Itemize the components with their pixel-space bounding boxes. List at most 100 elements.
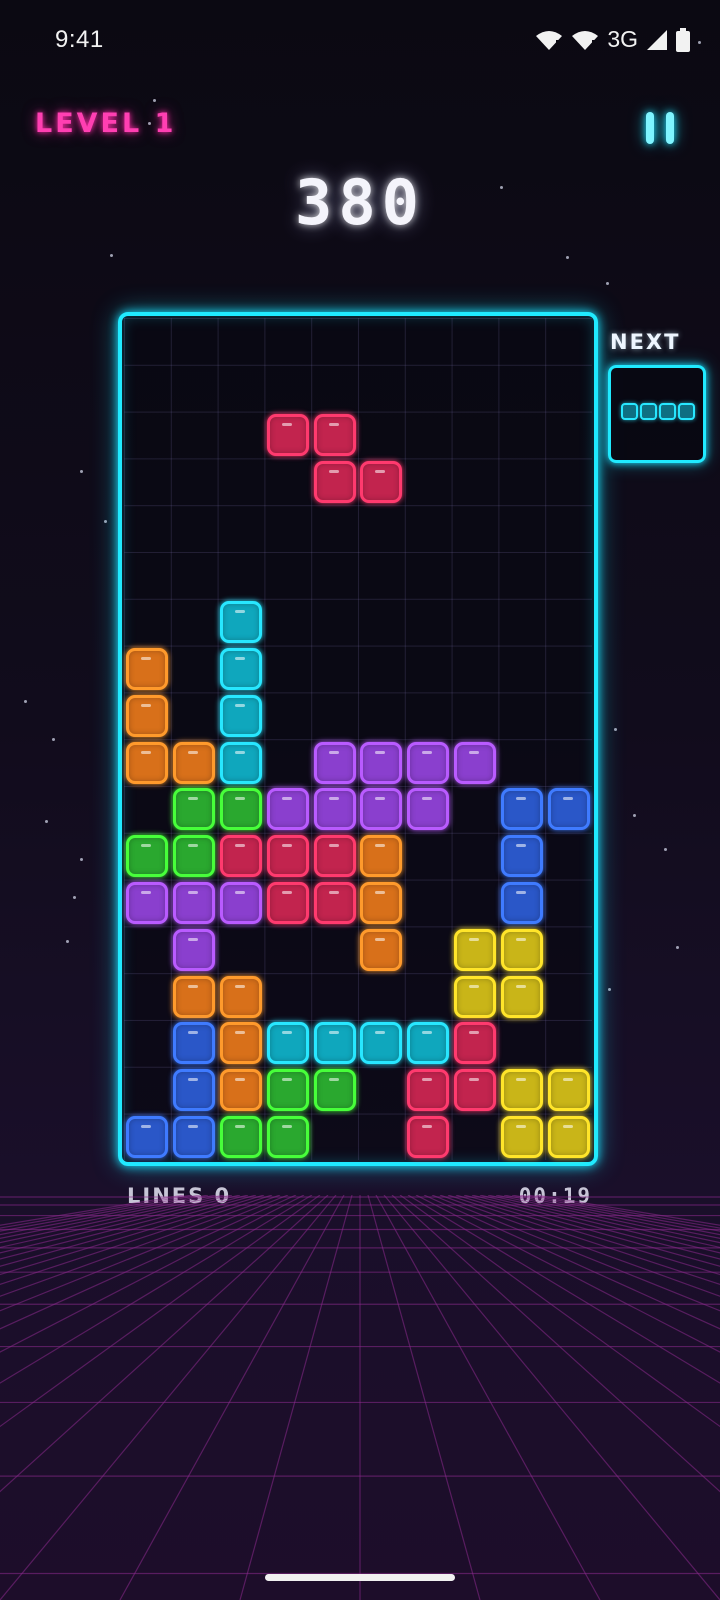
next-piece-block (640, 403, 657, 420)
next-piece-block (659, 403, 676, 420)
locked-block (266, 835, 309, 878)
locked-block (173, 882, 216, 924)
locked-block (173, 741, 216, 784)
locked-block (220, 1116, 262, 1158)
floor-grid-line (0, 1195, 281, 1297)
next-piece-block (621, 403, 638, 420)
floor-grid-line (0, 1195, 321, 1428)
star (66, 940, 69, 943)
locked-block (360, 882, 403, 924)
locked-block (407, 1069, 450, 1112)
level-indicator: LEVEL 1 (35, 108, 177, 139)
star (153, 99, 156, 102)
locked-block (173, 788, 216, 831)
locked-block (313, 1022, 356, 1065)
pause-icon-bar (666, 112, 674, 144)
locked-block (500, 1069, 543, 1112)
locked-block (173, 1069, 216, 1112)
status-time: 9:41 (55, 26, 104, 53)
pause-button[interactable] (646, 112, 676, 148)
next-piece-i (621, 403, 695, 420)
home-indicator[interactable] (265, 1574, 455, 1581)
star (80, 470, 83, 473)
star (45, 820, 48, 823)
floor-grid-line (0, 1195, 201, 1232)
locked-block (126, 835, 169, 878)
battery-icon (676, 27, 690, 52)
locked-block (360, 741, 403, 784)
locked-block (407, 1116, 450, 1158)
star (80, 858, 83, 861)
wifi-icon (536, 30, 563, 50)
floor-grid-line (407, 1195, 720, 1384)
locked-block (266, 882, 309, 924)
locked-block (266, 1022, 309, 1065)
score-display: 380 (295, 166, 425, 239)
locked-block (454, 975, 496, 1018)
locked-block (173, 1022, 216, 1065)
locked-block (500, 882, 543, 924)
locked-block (360, 928, 403, 971)
locked-block (407, 788, 450, 831)
floor-grid-line (0, 1195, 297, 1330)
star (52, 738, 55, 741)
floor-grid-line (0, 1195, 305, 1353)
star (104, 520, 107, 523)
locked-block (313, 741, 356, 784)
floor-grid-line (431, 1195, 720, 1312)
locked-block (313, 835, 356, 878)
locked-block (266, 1116, 309, 1158)
floor-grid-line (519, 1195, 720, 1232)
locked-block (360, 788, 403, 831)
locked-block (547, 788, 590, 831)
locked-block (313, 1069, 356, 1112)
floor-grid-line (535, 1195, 720, 1226)
locked-block (266, 1069, 309, 1112)
floor-grid-line (503, 1195, 720, 1240)
locked-block (173, 928, 216, 971)
floor-grid-line (0, 1195, 185, 1226)
status-bar: 9:41 3G (0, 0, 720, 84)
neon-floor-grid (0, 1195, 720, 1600)
locked-block (126, 1116, 169, 1158)
star (606, 282, 609, 285)
locked-block (126, 648, 169, 690)
cell-signal-icon (647, 29, 667, 50)
locked-block (360, 1022, 403, 1065)
active-piece-block (313, 460, 356, 503)
locked-block (547, 1069, 590, 1112)
star (676, 946, 679, 949)
status-icons: 3G (535, 26, 690, 53)
floor-grid-line (375, 1195, 601, 1600)
floor-grid-line (0, 1195, 289, 1312)
locked-block (454, 1069, 496, 1112)
locked-block (547, 1116, 590, 1158)
floor-grid-line (487, 1195, 720, 1249)
next-piece-preview (608, 365, 706, 463)
locked-block (500, 975, 543, 1018)
board-cells (124, 318, 592, 1160)
locked-block (454, 741, 496, 784)
star (24, 700, 27, 703)
locked-block (126, 882, 169, 924)
locked-block (407, 741, 450, 784)
locked-block (454, 1022, 496, 1065)
floor-grid-line (0, 1195, 257, 1267)
locked-block (220, 975, 262, 1018)
locked-block (220, 741, 262, 784)
star (614, 728, 617, 731)
star (633, 814, 636, 817)
floor-grid-line (0, 1195, 337, 1600)
locked-block (313, 788, 356, 831)
floor-grid-line (527, 1195, 720, 1229)
locked-block (173, 1116, 216, 1158)
locked-block (220, 882, 262, 924)
network-type-label: 3G (607, 26, 638, 52)
locked-block (313, 882, 356, 924)
star (566, 256, 569, 259)
locked-block (126, 694, 169, 737)
pause-icon (646, 112, 654, 144)
floor-grid-line (0, 1195, 233, 1249)
locked-block (360, 835, 403, 878)
locked-block (220, 1069, 262, 1112)
